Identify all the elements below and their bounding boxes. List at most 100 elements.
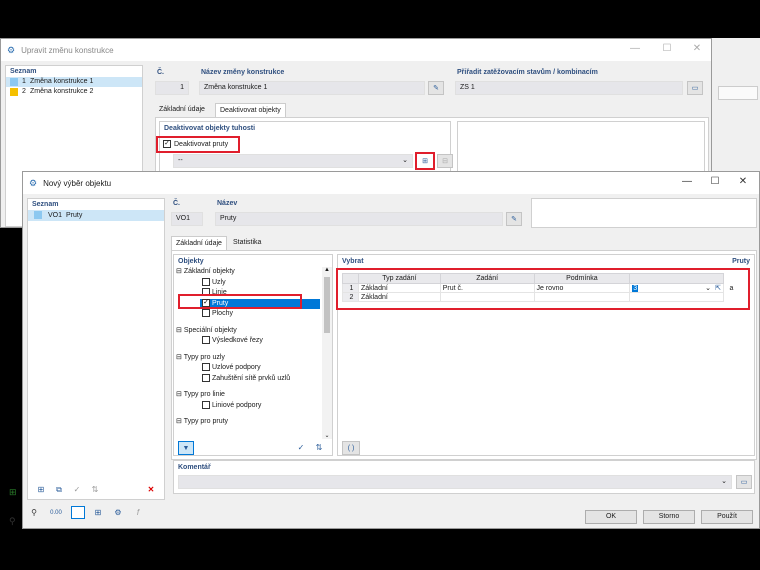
- close-icon[interactable]: ✕: [683, 43, 711, 54]
- front-titlebar: ⚙ Nový výběr objektu — ☐ ✕: [23, 172, 759, 194]
- settings-icon[interactable]: ⚙: [111, 506, 125, 519]
- formula-icon[interactable]: f: [131, 506, 145, 519]
- app-icon: ⚙: [7, 44, 16, 55]
- front-no-header: Č.: [173, 200, 180, 207]
- maximize-icon[interactable]: ☐: [701, 176, 729, 187]
- blue-swatch-icon: [10, 78, 18, 86]
- back-left-tool-icon[interactable]: ⊞: [9, 487, 23, 501]
- units-value[interactable]: 0.00: [47, 506, 65, 519]
- tree-item[interactable]: Liniové podpory: [176, 400, 320, 412]
- comment-field[interactable]: ⌄: [178, 475, 732, 489]
- tree-item[interactable]: Výsledkové řezy: [176, 336, 320, 347]
- cancel-button[interactable]: Storno: [643, 510, 695, 524]
- front-window: ⚙ Nový výběr objektu — ☐ ✕ Seznam VO1 Pr…: [22, 171, 760, 529]
- tab-basic[interactable]: Základní údaje: [155, 103, 209, 117]
- tree-group[interactable]: ⊟ Typy pro linie: [176, 390, 320, 401]
- assign-list-button[interactable]: ▭: [687, 81, 703, 95]
- back-list-header: Seznam: [10, 68, 37, 75]
- checkbox-checked-icon: ✓: [163, 140, 171, 148]
- checkbox-icon: [202, 373, 210, 382]
- front-name-header: Název: [217, 200, 238, 207]
- back-list-item[interactable]: 2 Změna konstrukce 2: [6, 87, 142, 97]
- back-list-item[interactable]: 1 Změna konstrukce 1: [6, 77, 142, 87]
- checkbox-icon: [202, 309, 210, 318]
- filter-button[interactable]: ▼: [178, 441, 194, 455]
- tree-item[interactable]: Plochy: [176, 309, 320, 320]
- comment-header: Komentář: [178, 464, 211, 471]
- members-combo[interactable]: -- ⌄: [173, 154, 413, 168]
- search-icon[interactable]: ⚲: [27, 506, 41, 519]
- side-strip-box: [718, 86, 758, 100]
- yellow-swatch-icon: [10, 88, 18, 96]
- chevron-down-icon: ⌄: [402, 157, 408, 164]
- edit-name-button[interactable]: ✎: [428, 81, 444, 95]
- color-box-icon[interactable]: [71, 506, 85, 519]
- back-name-field[interactable]: Změna konstrukce 1: [199, 81, 425, 95]
- tree-view-icon[interactable]: ⊞: [91, 506, 105, 519]
- front-no-field: VO1: [171, 212, 203, 226]
- tree-group[interactable]: ⊟ Základní objekty: [176, 267, 320, 278]
- parentheses-button[interactable]: ( ): [342, 441, 360, 455]
- copy-item-icon[interactable]: ⧉: [52, 483, 66, 496]
- back-assign-field[interactable]: ZS 1: [455, 81, 683, 95]
- delete-icon[interactable]: ✕: [144, 483, 158, 496]
- edit-selection-button[interactable]: ⊟: [437, 154, 453, 168]
- back-window-title: Upravit změnu konstrukce: [21, 45, 114, 55]
- check-item-icon[interactable]: ✓: [70, 483, 84, 496]
- checkbox-icon: [202, 336, 210, 345]
- new-item-icon[interactable]: ⊞: [34, 483, 48, 496]
- scroll-down-icon[interactable]: ⌄: [322, 432, 332, 439]
- checkbox-icon: [202, 400, 210, 409]
- back-titlebar: ⚙ Upravit změnu konstrukce — ☐ ✕: [1, 39, 711, 61]
- back-left-search-icon[interactable]: ⚲: [9, 516, 23, 530]
- tree-item[interactable]: Uzlové podpory: [176, 363, 320, 374]
- back-name-header: Název změny konstrukce: [201, 69, 285, 76]
- front-list-panel: Seznam VO1 Pruty ⊞ ⧉ ✓ ⇅ ✕: [27, 198, 165, 500]
- front-name-field[interactable]: Pruty: [215, 212, 503, 226]
- criteria-table-highlight: [336, 268, 750, 310]
- objects-tree: ⊟ Základní objekty Uzly Linie ✓ Pruty Pl…: [176, 267, 320, 439]
- check-all-icon[interactable]: ✓: [294, 441, 308, 454]
- tab-deactivate[interactable]: Deaktivovat objekty: [215, 103, 286, 117]
- bottom-toolbar: ⚲ 0.00 ⊞ ⚙ f: [27, 506, 145, 519]
- sort-item-icon[interactable]: ⇅: [88, 483, 102, 496]
- tree-scrollbar[interactable]: ▲ ⌄: [322, 267, 332, 439]
- tree-group[interactable]: ⊟ Typy pro uzly: [176, 353, 320, 364]
- tree-item[interactable]: Uzly: [176, 277, 320, 289]
- checkbox-icon: [202, 363, 210, 372]
- tree-item[interactable]: Zahuštění sítě prvků uzlů: [176, 373, 320, 385]
- uncheck-all-icon[interactable]: ⇅: [312, 441, 326, 454]
- comment-panel: Komentář ⌄ ▭: [173, 460, 755, 494]
- members-tree-highlight: [178, 294, 302, 309]
- new-selection-button[interactable]: ⊞: [417, 154, 433, 168]
- chevron-down-icon: ⌄: [721, 478, 727, 485]
- blue-swatch-icon: [34, 211, 42, 219]
- back-no-header: Č.: [157, 69, 164, 76]
- members-label: Pruty: [732, 258, 750, 265]
- front-top-right-panel: [531, 198, 757, 228]
- front-list-header: Seznam: [32, 201, 59, 208]
- comment-list-button[interactable]: ▭: [736, 475, 752, 489]
- edit-name-button[interactable]: ✎: [506, 212, 522, 226]
- minimize-icon[interactable]: —: [621, 43, 649, 54]
- scroll-up-icon[interactable]: ▲: [322, 267, 332, 277]
- list-toolbar: ⊞ ⧉ ✓ ⇅: [34, 483, 102, 496]
- objects-panel: Objekty ⊟ Základní objekty Uzly Linie ✓ …: [173, 254, 333, 456]
- front-list-item[interactable]: VO1 Pruty: [28, 210, 164, 221]
- tab-basic[interactable]: Základní údaje: [171, 236, 227, 250]
- back-no-field: 1: [155, 81, 189, 95]
- minimize-icon[interactable]: —: [673, 176, 701, 187]
- scroll-thumb[interactable]: [324, 277, 330, 333]
- back-assign-header: Přiřadit zatěžovacím stavům / kombinacím: [457, 69, 598, 76]
- deactivate-members-checkbox[interactable]: ✓ Deaktivovat pruty: [163, 140, 228, 148]
- tab-statistics[interactable]: Statistika: [229, 236, 265, 250]
- tree-group[interactable]: ⊟ Typy pro pruty: [176, 417, 320, 428]
- stiffness-header: Deaktivovat objekty tuhosti: [164, 125, 256, 132]
- app-icon: ⚙: [29, 177, 38, 188]
- close-icon[interactable]: ✕: [729, 176, 757, 187]
- back-right-panel: [457, 121, 705, 175]
- ok-button[interactable]: OK: [585, 510, 637, 524]
- maximize-icon[interactable]: ☐: [653, 43, 681, 54]
- apply-button[interactable]: Použít: [701, 510, 753, 524]
- tree-group[interactable]: ⊟ Speciální objekty: [176, 326, 320, 337]
